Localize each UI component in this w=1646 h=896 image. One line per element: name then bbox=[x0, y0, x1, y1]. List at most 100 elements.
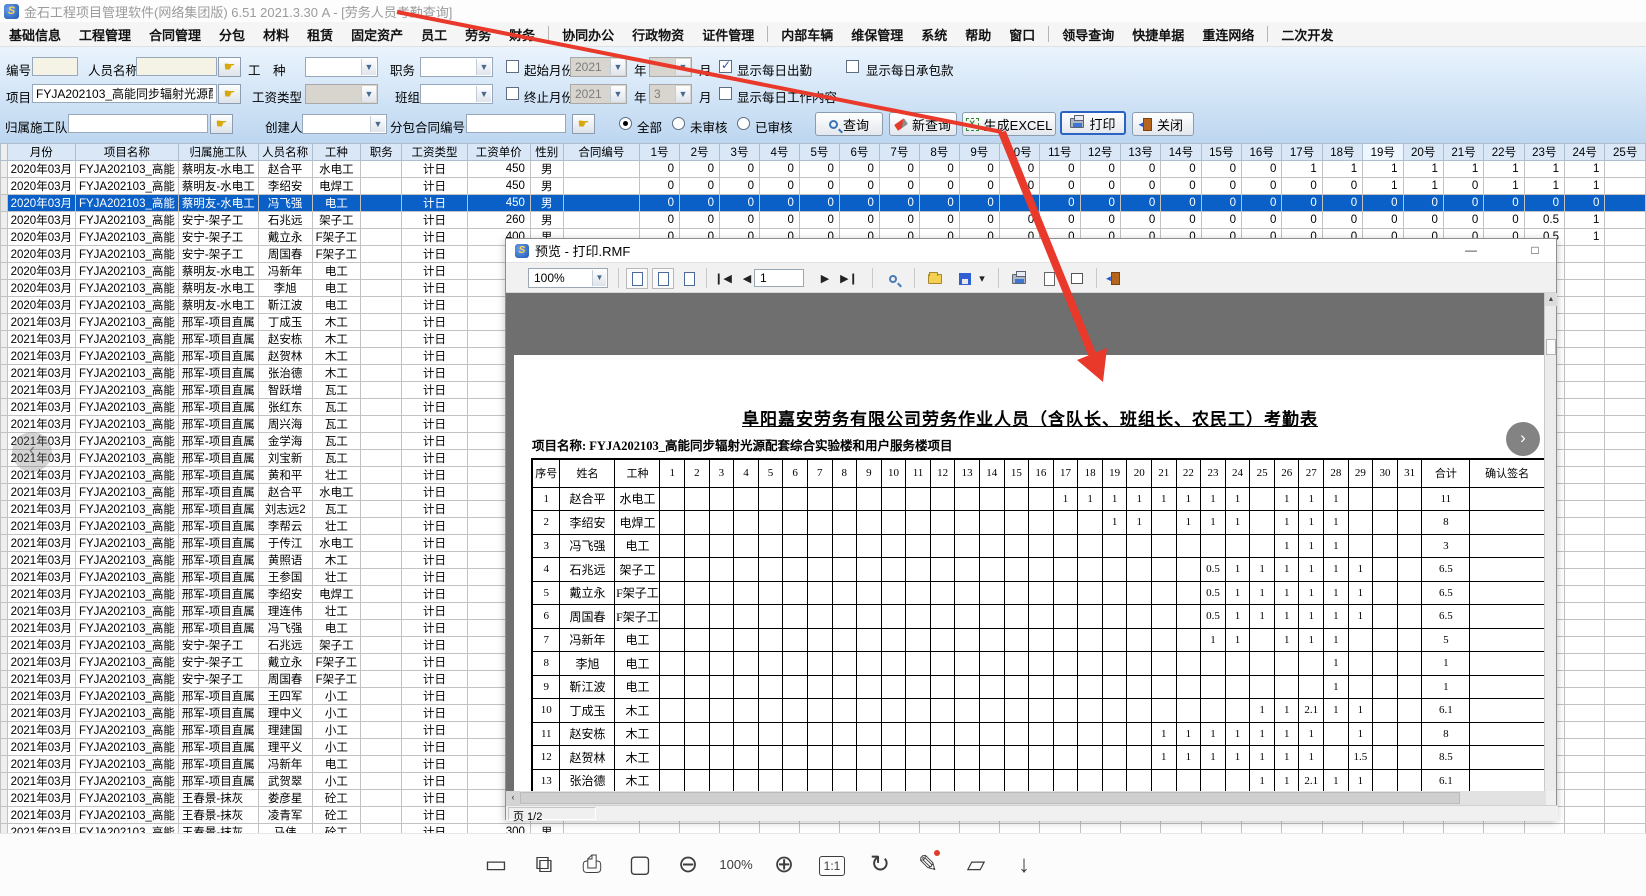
page-width-button[interactable] bbox=[678, 268, 700, 289]
qishi-checkbox[interactable] bbox=[506, 60, 519, 73]
day-col-header[interactable]: 10号 bbox=[999, 144, 1039, 161]
table-row[interactable]: 2020年03月FYJA202103_高能安宁-架子工石兆远架子工计日260男0… bbox=[1, 212, 1646, 229]
close-button[interactable]: 关闭 bbox=[1132, 112, 1194, 136]
fenbao-picker-button[interactable]: ☛ bbox=[572, 114, 595, 134]
menu-item-3[interactable]: 合同管理 bbox=[140, 22, 210, 47]
zoom-out-icon[interactable]: ⊖ bbox=[664, 842, 712, 888]
zhongzhi-year-select[interactable]: 2021▼ bbox=[570, 84, 627, 104]
slideshow-icon[interactable]: ⧉ bbox=[520, 842, 568, 888]
single-page-button[interactable] bbox=[626, 268, 648, 289]
day-col-header[interactable]: 9号 bbox=[959, 144, 999, 161]
page-number-field[interactable]: 1 bbox=[754, 269, 804, 287]
radio-unaudited[interactable] bbox=[672, 117, 685, 130]
radio-audited[interactable] bbox=[737, 117, 750, 130]
excel-button[interactable]: X生成EXCEL bbox=[962, 112, 1056, 136]
new-query-button[interactable]: 新查询 bbox=[889, 112, 957, 136]
col-header[interactable]: 合同编号 bbox=[563, 144, 639, 161]
first-page-button[interactable]: ❙◀ bbox=[712, 268, 734, 289]
day-col-header[interactable]: 20号 bbox=[1403, 144, 1443, 161]
menu-item-11[interactable]: 协同办公 bbox=[553, 22, 623, 47]
menu-item-7[interactable]: 固定资产 bbox=[342, 22, 412, 47]
day-col-header[interactable]: 12号 bbox=[1080, 144, 1120, 161]
day-col-header[interactable]: 1号 bbox=[640, 144, 680, 161]
xiangmu-input[interactable] bbox=[32, 84, 217, 103]
query-button[interactable]: 查询 bbox=[815, 112, 883, 136]
menu-item-4[interactable]: 分包 bbox=[210, 22, 254, 47]
find-button[interactable] bbox=[882, 268, 904, 289]
resize-icon[interactable]: ▱ bbox=[952, 842, 1000, 888]
minimize-button[interactable]: — bbox=[1456, 242, 1486, 260]
banzu-select[interactable]: ▼ bbox=[420, 84, 493, 104]
day-col-header[interactable]: 18号 bbox=[1322, 144, 1362, 161]
maximize-button[interactable]: □ bbox=[1520, 242, 1550, 260]
menu-item-22[interactable]: 二次开发 bbox=[1272, 22, 1342, 47]
day-col-header[interactable]: 4号 bbox=[759, 144, 799, 161]
preview-vertical-scrollbar[interactable]: ▲ bbox=[1544, 293, 1556, 791]
show-daily-work-checkbox[interactable] bbox=[719, 87, 732, 100]
scroll-thumb[interactable] bbox=[1546, 339, 1556, 355]
rotate-icon[interactable]: ↻ bbox=[856, 842, 904, 888]
day-col-header[interactable]: 2号 bbox=[680, 144, 720, 161]
day-col-header[interactable]: 5号 bbox=[799, 144, 839, 161]
fenbao-input[interactable] bbox=[466, 114, 566, 133]
page-setup-button[interactable] bbox=[1038, 268, 1060, 289]
day-col-header[interactable]: 13号 bbox=[1120, 144, 1160, 161]
menu-item-5[interactable]: 材料 bbox=[254, 22, 298, 47]
show-daily-contract-checkbox[interactable] bbox=[846, 60, 859, 73]
menu-item-20[interactable]: 快捷单据 bbox=[1123, 22, 1193, 47]
col-header[interactable]: 职务 bbox=[361, 144, 402, 161]
day-col-header[interactable]: 23号 bbox=[1524, 144, 1564, 161]
table-row[interactable]: 2020年03月FYJA202103_高能蔡明友-水电工李绍安电焊工计日450男… bbox=[1, 178, 1646, 195]
day-col-header[interactable]: 21号 bbox=[1443, 144, 1483, 161]
actual-size-icon[interactable]: 1:1 bbox=[808, 840, 856, 889]
close-preview-button[interactable] bbox=[1104, 268, 1126, 289]
day-col-header[interactable]: 25号 bbox=[1605, 144, 1646, 161]
scroll-thumb[interactable] bbox=[520, 792, 1460, 804]
print-report-button[interactable] bbox=[1008, 268, 1030, 289]
col-header[interactable]: 人员名称 bbox=[258, 144, 312, 161]
day-col-header[interactable]: 7号 bbox=[879, 144, 919, 161]
menu-item-15[interactable]: 维保管理 bbox=[842, 22, 912, 47]
col-header[interactable]: 性别 bbox=[530, 144, 563, 161]
day-col-header[interactable]: 14号 bbox=[1161, 144, 1201, 161]
save-options-button[interactable]: ▾ bbox=[976, 268, 988, 289]
zhiwu-select[interactable]: ▼ bbox=[420, 57, 493, 77]
renyuan-input[interactable] bbox=[136, 57, 217, 76]
day-col-header[interactable]: 3号 bbox=[720, 144, 760, 161]
download-icon[interactable]: ↓ bbox=[1000, 842, 1048, 888]
open-button[interactable] bbox=[924, 268, 946, 289]
menu-item-14[interactable]: 内部车辆 bbox=[772, 22, 842, 47]
multi-page-button[interactable] bbox=[652, 268, 674, 289]
menu-item-2[interactable]: 工程管理 bbox=[70, 22, 140, 47]
zhongzhi-checkbox[interactable] bbox=[506, 87, 519, 100]
next-page-button[interactable]: ▶ bbox=[814, 268, 836, 289]
col-header[interactable]: 归属施工队 bbox=[178, 144, 258, 161]
viewer-next-button[interactable]: › bbox=[1506, 422, 1540, 456]
guishu-input[interactable] bbox=[68, 114, 208, 133]
bianhao-input[interactable] bbox=[32, 57, 78, 76]
radio-all[interactable] bbox=[619, 117, 632, 130]
menu-item-12[interactable]: 行政物资 bbox=[623, 22, 693, 47]
menu-item-1[interactable]: 基础信息 bbox=[0, 22, 70, 47]
gongzhong-select[interactable]: ▼ bbox=[305, 57, 378, 77]
day-col-header[interactable]: 22号 bbox=[1484, 144, 1524, 161]
day-col-header[interactable]: 6号 bbox=[839, 144, 879, 161]
viewer-prev-button[interactable]: ‹ bbox=[12, 432, 52, 472]
margins-button[interactable] bbox=[1066, 268, 1088, 289]
chuangjianren-select[interactable]: ▼ bbox=[302, 114, 387, 134]
last-page-button[interactable]: ▶❙ bbox=[838, 268, 860, 289]
day-col-header[interactable]: 11号 bbox=[1040, 144, 1080, 161]
day-col-header[interactable]: 17号 bbox=[1282, 144, 1322, 161]
table-row[interactable]: 2020年03月FYJA202103_高能蔡明友-水电工赵合平水电工计日450男… bbox=[1, 161, 1646, 178]
print-button[interactable]: 打印 bbox=[1060, 111, 1126, 135]
menu-item-19[interactable]: 领导查询 bbox=[1053, 22, 1123, 47]
menu-item-16[interactable]: 系统 bbox=[912, 22, 956, 47]
menu-item-6[interactable]: 租赁 bbox=[298, 22, 342, 47]
zhongzhi-month-select[interactable]: 3▼ bbox=[649, 84, 692, 104]
day-col-header[interactable]: 19号 bbox=[1363, 144, 1403, 161]
scroll-left-icon[interactable]: ‹ bbox=[506, 791, 520, 805]
col-header[interactable]: 月份 bbox=[7, 144, 75, 161]
menu-item-9[interactable]: 劳务 bbox=[456, 22, 500, 47]
qishi-year-select[interactable]: 2021▼ bbox=[570, 57, 627, 77]
save-button[interactable] bbox=[954, 268, 976, 289]
